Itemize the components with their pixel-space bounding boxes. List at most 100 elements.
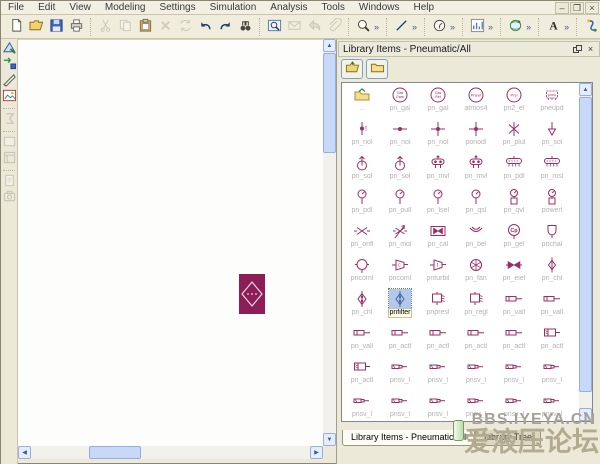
library-item[interactable]: pneupneupd (533, 85, 571, 119)
library-scroll-down-button[interactable]: ▼ (579, 408, 592, 421)
library-item[interactable]: pn_vall (533, 289, 571, 323)
library-item[interactable]: pn_chl (533, 255, 571, 289)
toolbar-overflow-chevron[interactable]: » (411, 22, 420, 32)
undo-button[interactable] (195, 17, 215, 37)
open-file-button[interactable] (26, 17, 46, 37)
zoom-tool-button[interactable] (353, 17, 373, 37)
library-item[interactable]: pn_qvl (495, 187, 533, 221)
parent-folder-button[interactable] (341, 59, 363, 79)
scroll-up-button[interactable]: ▲ (323, 39, 336, 52)
library-vertical-scrollbar[interactable]: ▲ ▼ (579, 83, 592, 421)
chart-tool-button[interactable] (467, 17, 487, 37)
measurement-button[interactable] (1, 112, 17, 128)
toolbar-overflow-chevron[interactable]: » (487, 22, 496, 32)
paste-button[interactable] (135, 17, 155, 37)
library-item[interactable]: pn_regl (457, 289, 495, 323)
close-button[interactable]: × (585, 2, 599, 14)
toolbar-overflow-chevron[interactable]: » (373, 22, 382, 32)
tab-library-tree[interactable]: Library Tree (475, 430, 541, 446)
library-item[interactable]: pnpresl (419, 289, 457, 323)
update-simulation-button[interactable] (505, 17, 525, 37)
menu-settings[interactable]: Settings (152, 1, 202, 15)
menu-analysis[interactable]: Analysis (263, 1, 314, 15)
new-document-button[interactable] (6, 17, 26, 37)
library-item[interactable]: cpncoml (381, 255, 419, 289)
reply-button[interactable] (304, 17, 324, 37)
menu-windows[interactable]: Windows (352, 1, 407, 15)
library-item[interactable]: pn_actl (533, 323, 571, 357)
library-item[interactable]: GasDatapn_gal (381, 85, 419, 119)
library-item[interactable]: pn_orifl (343, 221, 381, 255)
copy-button[interactable] (115, 17, 135, 37)
menu-view[interactable]: View (62, 1, 98, 15)
library-item[interactable]: !pn_nol (343, 119, 381, 153)
cut-button[interactable] (95, 17, 115, 37)
library-item[interactable]: pn_sol (533, 119, 571, 153)
library-item[interactable]: pn_qsl (457, 187, 495, 221)
library-item[interactable]: Cppn_gel (495, 221, 533, 255)
scroll-down-button[interactable]: ▼ (323, 433, 336, 446)
library-item[interactable]: pn_actl (419, 323, 457, 357)
library-item[interactable]: pncoml (343, 255, 381, 289)
replace-button[interactable] (175, 17, 195, 37)
line-tool-button[interactable] (391, 17, 411, 37)
canvas-vertical-scrollbar[interactable]: ▲ ▼ (323, 39, 336, 446)
library-item[interactable]: pnsv_l (419, 357, 457, 391)
library-item[interactable]: pnsv_l (457, 357, 495, 391)
toolbar-overflow-chevron[interactable]: » (449, 22, 458, 32)
document-b-button[interactable] (1, 190, 17, 206)
library-item[interactable]: pn_msl (533, 153, 571, 187)
library-item[interactable]: GasRefpn_gal (419, 85, 457, 119)
send-mail-button[interactable] (284, 17, 304, 37)
library-item[interactable]: pnsv_l (381, 391, 419, 422)
minimize-button[interactable]: – (555, 2, 569, 14)
library-item[interactable]: pnsv_l (343, 391, 381, 422)
library-scroll-thumb[interactable] (579, 97, 592, 392)
library-item[interactable]: pnsv_l (419, 391, 457, 422)
toolbar-overflow-chevron[interactable]: » (563, 22, 572, 32)
text-tool-button[interactable]: A (543, 17, 563, 37)
library-item[interactable]: pn_fan (457, 255, 495, 289)
library-item[interactable]: pn_sol (343, 153, 381, 187)
library-item[interactable]: pn_vall (495, 289, 533, 323)
library-item[interactable]: pn_nol (381, 119, 419, 153)
library-item[interactable]: pnsv_l (381, 357, 419, 391)
insert-transmission-link-button[interactable] (1, 57, 17, 73)
frame-button[interactable] (1, 135, 17, 151)
library-item[interactable]: pnsv_l (533, 391, 571, 422)
find-button[interactable] (235, 17, 255, 37)
scroll-left-button[interactable]: ◀ (18, 446, 31, 459)
delete-button[interactable] (155, 17, 175, 37)
menu-modeling[interactable]: Modeling (98, 1, 153, 15)
schematic-canvas[interactable] (18, 39, 323, 446)
library-item-list[interactable]: ..GasDatapn_galGasRefpn_galPneu!atmos4Pr… (341, 82, 593, 422)
library-item[interactable]: pnsv_l (495, 357, 533, 391)
library-item[interactable]: pnchal (533, 221, 571, 255)
attach-button[interactable] (324, 17, 344, 37)
menu-edit[interactable]: Edit (31, 1, 62, 15)
script-tool-button[interactable] (581, 17, 600, 37)
save-button[interactable] (46, 17, 66, 37)
free-draw-button[interactable] (1, 73, 17, 89)
library-item[interactable]: pnsv_l (495, 391, 533, 422)
library-item[interactable]: pn_pull (381, 187, 419, 221)
document-a-button[interactable] (1, 174, 17, 190)
library-item[interactable]: pn_pdl (495, 153, 533, 187)
scroll-right-button[interactable]: ▶ (310, 446, 323, 459)
redo-button[interactable] (215, 17, 235, 37)
horizontal-scroll-thumb[interactable] (89, 446, 141, 459)
panel-view-button[interactable] (1, 151, 17, 167)
library-item[interactable]: ponodl (457, 119, 495, 153)
print-preview-button[interactable] (264, 17, 284, 37)
library-item[interactable]: pn_bel (457, 221, 495, 255)
library-item[interactable]: Pneu!atmos4 (457, 85, 495, 119)
library-panel-titlebar[interactable]: Library Items - Pneumatic/All × (338, 41, 600, 57)
menu-help[interactable]: Help (406, 1, 441, 15)
panel-close-button[interactable]: × (584, 43, 597, 55)
library-item[interactable]: pn_mol (381, 221, 419, 255)
canvas-horizontal-scrollbar[interactable]: ◀ ▶ (18, 446, 323, 459)
library-item[interactable]: pn_lsel (419, 187, 457, 221)
measuring-instrument-button[interactable] (429, 17, 449, 37)
library-item[interactable]: pn_actl (381, 323, 419, 357)
library-item[interactable]: pn_plul (495, 119, 533, 153)
